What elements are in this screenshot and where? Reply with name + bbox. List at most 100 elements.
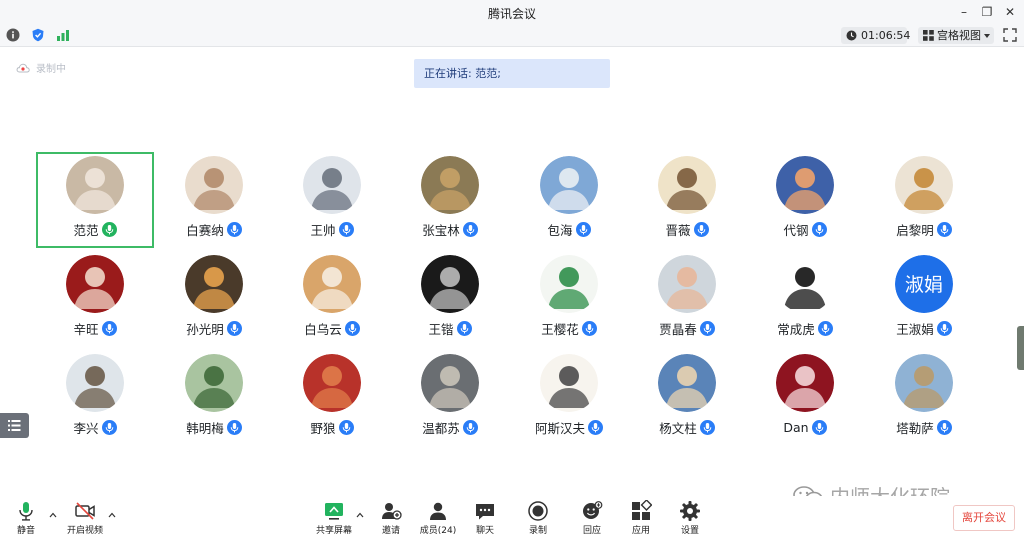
participant-name-row: 张宝林 [391,220,509,238]
participant-tile[interactable]: 贾晶春 [628,251,746,347]
participant-name: 李兴 [73,420,99,436]
share-options-chevron-icon[interactable] [356,511,364,519]
react-button[interactable]: 回应 [570,500,614,536]
side-panel-handle[interactable] [1017,326,1024,370]
record-icon [528,501,548,521]
participant-name: 晋薇 [665,222,691,238]
participant-tile[interactable]: 温都苏 [391,350,509,446]
participant-avatar [895,156,953,214]
mic-status-icon [699,419,715,435]
participant-avatar [658,156,716,214]
participant-name-row: 王樱花 [510,319,628,337]
avatar-initials: 淑娟 [905,274,943,296]
participant-name-row: 贾晶春 [628,319,746,337]
participant-tile[interactable]: 阿斯汉夫 [510,350,628,446]
participant-name: 温都苏 [422,420,460,436]
settings-label: 设置 [680,526,699,536]
participant-avatar [540,354,598,412]
participant-name: 贾晶春 [659,321,697,337]
participant-tile[interactable]: 野狼 [273,350,391,446]
mic-status-icon [338,419,354,435]
participant-name-row: 常成虎 [746,319,864,337]
participant-tile[interactable]: 王樱花 [510,251,628,347]
participant-tile[interactable]: 范范 [36,152,154,248]
participant-tile[interactable]: 白乌云 [273,251,391,347]
participant-tile[interactable]: Dan [746,350,864,446]
participant-name-row: 王淑娟 [865,319,983,337]
participant-name-row: 王锴 [391,319,509,337]
share-screen-button[interactable]: 共享屏幕 [312,500,356,536]
leave-meeting-button[interactable]: 离开会议 [953,505,1015,531]
participant-avatar [658,255,716,313]
participant-name: 启黎明 [896,222,934,238]
participant-tile[interactable]: 白赛纳 [155,152,273,248]
participant-avatar [776,255,834,313]
participant-tile[interactable]: 启黎明 [865,152,983,248]
participant-tile[interactable]: 辛旺 [36,251,154,347]
mic-status-icon [936,419,952,435]
chat-label: 聊天 [475,526,494,536]
list-icon [8,420,21,431]
participant-tile[interactable]: 杨文柱 [628,350,746,446]
mic-status-icon [462,419,478,435]
participant-name: 王帅 [310,222,336,238]
camera-off-icon [75,502,95,520]
share-screen-icon [325,503,343,520]
chat-button[interactable]: 聊天 [463,500,507,536]
participant-tile[interactable]: 常成虎 [746,251,864,347]
record-button[interactable]: 录制 [516,500,560,536]
participant-avatar [421,354,479,412]
participant-name: 代钢 [783,222,809,238]
participant-name: 白乌云 [304,321,342,337]
mic-status-icon [811,419,827,435]
participant-avatar [185,255,243,313]
participant-tile[interactable]: 王锴 [391,251,509,347]
mute-label: 静音 [16,526,35,536]
reaction-emoji-icon [583,501,603,519]
mic-status-icon [101,419,117,435]
participant-name-row: 温都苏 [391,418,509,436]
participant-name-row: 孙光明 [155,319,273,337]
participant-tile[interactable]: 淑娟 王淑娟 [865,251,983,347]
participant-name: 塔勒萨 [896,420,934,436]
participant-name-row: 杨文柱 [628,418,746,436]
participant-avatar [66,255,124,313]
participant-avatar [66,156,124,214]
participant-name-row: 包海 [510,220,628,238]
mic-status-icon [101,221,117,237]
settings-button[interactable]: 设置 [668,500,712,536]
video-options-chevron-icon[interactable] [108,511,116,519]
participant-tile[interactable]: 包海 [510,152,628,248]
apps-button[interactable]: 应用 [619,500,663,536]
mic-status-icon [226,221,242,237]
participant-tile[interactable]: 代钢 [746,152,864,248]
participant-name-row: 启黎明 [865,220,983,238]
participant-grid: 范范 白赛纳 王帅 张宝林 包海 晋薇 代钢 启黎明 辛旺 孙光明 白乌云 王锴 王樱花 贾晶春 常成虎 淑娟… [0,0,1024,539]
mic-status-icon [936,320,952,336]
participant-avatar [303,255,361,313]
participant-tile[interactable]: 塔勒萨 [865,350,983,446]
participant-tile[interactable]: 晋薇 [628,152,746,248]
participant-tile[interactable]: 王帅 [273,152,391,248]
participant-name-row: 韩明梅 [155,418,273,436]
start-video-button[interactable]: 开启视频 [63,500,107,536]
participant-tile[interactable]: 张宝林 [391,152,509,248]
mic-status-icon [338,221,354,237]
mic-status-icon [344,320,360,336]
participant-avatar [421,156,479,214]
share-screen-label: 共享屏幕 [315,526,352,536]
participant-tile[interactable]: 李兴 [36,350,154,446]
invite-button[interactable]: 邀请 [369,500,413,536]
mic-status-icon [101,320,117,336]
mute-options-chevron-icon[interactable] [49,511,57,519]
participant-list-toggle[interactable] [0,413,29,438]
participant-name-row: 李兴 [36,418,154,436]
mic-status-icon [936,221,952,237]
participant-tile[interactable]: 韩明梅 [155,350,273,446]
mute-button[interactable]: 静音 [4,500,48,536]
members-button[interactable]: 成员(24) [416,500,460,536]
chat-icon [476,504,494,520]
participant-avatar [421,255,479,313]
participant-name-row: 晋薇 [628,220,746,238]
participant-tile[interactable]: 孙光明 [155,251,273,347]
